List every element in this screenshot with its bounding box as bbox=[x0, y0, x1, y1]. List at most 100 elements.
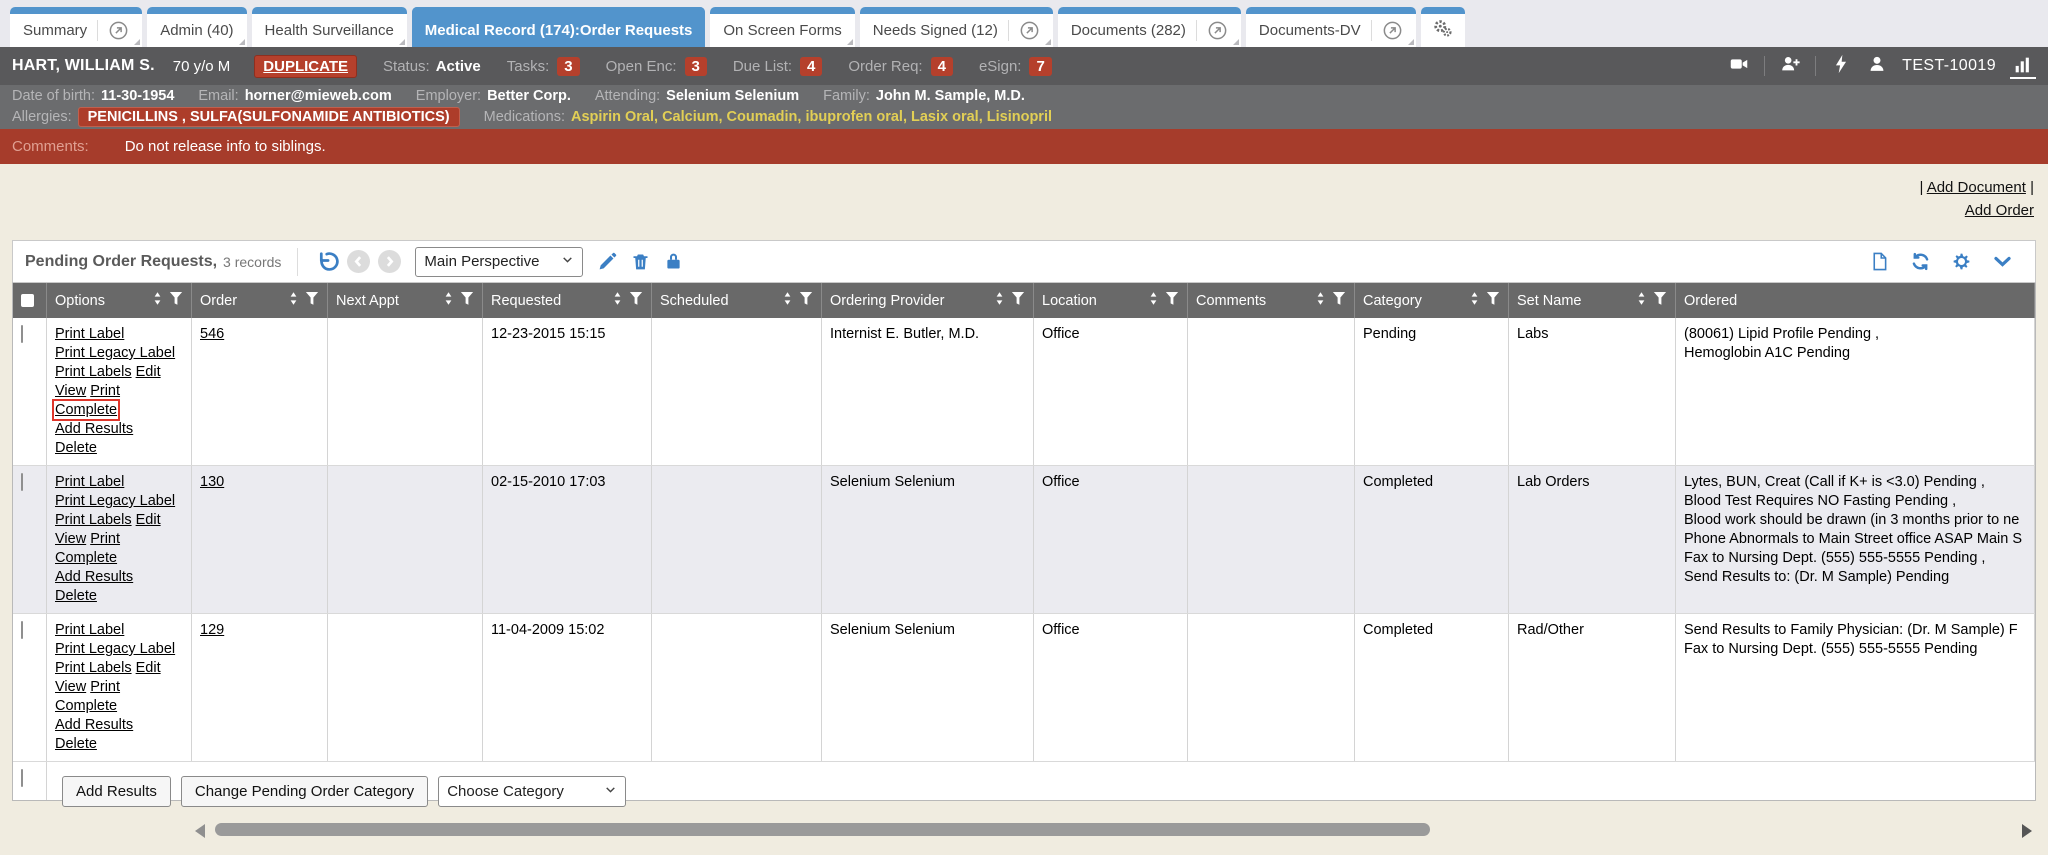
tab-documents-282[interactable]: Documents (282) bbox=[1058, 7, 1241, 47]
column-header-category[interactable]: Category bbox=[1355, 283, 1509, 318]
option-link-print[interactable]: Print bbox=[90, 531, 120, 547]
select-all-checkbox[interactable] bbox=[21, 294, 34, 307]
option-link-print-labels[interactable]: Print Labels bbox=[55, 512, 132, 528]
column-header-comments[interactable]: Comments bbox=[1188, 283, 1355, 318]
row-checkbox[interactable] bbox=[21, 621, 23, 639]
video-camera-icon[interactable] bbox=[1728, 53, 1750, 79]
popout-icon[interactable] bbox=[97, 20, 129, 41]
counter-badge[interactable]: 4 bbox=[800, 57, 822, 76]
prev-page-icon[interactable] bbox=[347, 250, 370, 273]
option-link-edit[interactable]: Edit bbox=[136, 364, 161, 380]
option-link-add-results[interactable]: Add Results bbox=[55, 421, 133, 437]
gear-icon[interactable] bbox=[1951, 251, 1972, 272]
popout-icon[interactable] bbox=[1371, 20, 1403, 41]
allergies-badge[interactable]: PENICILLINS , SULFA(SULFONAMIDE ANTIBIOT… bbox=[78, 107, 460, 127]
order-number-link[interactable]: 129 bbox=[200, 622, 224, 638]
scrollbar-thumb[interactable] bbox=[215, 823, 1430, 836]
option-link-edit[interactable]: Edit bbox=[136, 512, 161, 528]
option-link-complete[interactable]: Complete bbox=[55, 402, 117, 418]
tab-health-surveillance[interactable]: Health Surveillance bbox=[252, 7, 407, 47]
filter-funnel-icon[interactable] bbox=[169, 291, 183, 310]
add-order-link[interactable]: Add Order bbox=[1965, 202, 2034, 219]
tab-medical-record-174-order-requests[interactable]: Medical Record (174):Order Requests bbox=[412, 7, 706, 47]
option-link-print-label[interactable]: Print Label bbox=[55, 474, 124, 490]
sort-icon[interactable] bbox=[1635, 291, 1648, 310]
sort-icon[interactable] bbox=[442, 291, 455, 310]
row-checkbox[interactable] bbox=[21, 473, 23, 491]
option-link-delete[interactable]: Delete bbox=[55, 440, 97, 456]
next-page-icon[interactable] bbox=[378, 250, 401, 273]
counter-badge[interactable]: 3 bbox=[685, 57, 707, 76]
row-checkbox[interactable] bbox=[21, 325, 23, 343]
option-link-complete[interactable]: Complete bbox=[55, 550, 117, 566]
column-header-ordered[interactable]: Ordered bbox=[1676, 283, 2035, 318]
scroll-right-arrow[interactable] bbox=[2022, 824, 2032, 838]
option-link-print-legacy-label[interactable]: Print Legacy Label bbox=[55, 641, 175, 657]
option-link-print-labels[interactable]: Print Labels bbox=[55, 364, 132, 380]
option-link-print-label[interactable]: Print Label bbox=[55, 622, 124, 638]
tab-admin-40[interactable]: Admin (40) bbox=[147, 7, 246, 47]
popout-icon[interactable] bbox=[1008, 20, 1040, 41]
delete-trash-icon[interactable] bbox=[630, 251, 651, 272]
undo-icon[interactable] bbox=[314, 249, 339, 274]
option-link-view[interactable]: View bbox=[55, 679, 86, 695]
add-document-link[interactable]: Add Document bbox=[1927, 179, 2026, 196]
option-link-add-results[interactable]: Add Results bbox=[55, 717, 133, 733]
tab-settings-button[interactable] bbox=[1421, 7, 1465, 47]
option-link-print-labels[interactable]: Print Labels bbox=[55, 660, 132, 676]
perspective-select[interactable]: Main Perspective bbox=[415, 247, 583, 277]
edit-pencil-icon[interactable] bbox=[597, 251, 618, 272]
medications-list[interactable]: Aspirin Oral, Calcium, Coumadin, ibuprof… bbox=[571, 109, 1052, 125]
column-header-next-appt[interactable]: Next Appt bbox=[328, 283, 483, 318]
lock-icon[interactable] bbox=[663, 251, 684, 272]
tab-on-screen-forms[interactable]: On Screen Forms bbox=[710, 7, 854, 47]
add-results-button[interactable]: Add Results bbox=[62, 776, 171, 807]
counter-badge[interactable]: 4 bbox=[931, 57, 953, 76]
tab-documents-dv[interactable]: Documents-DV bbox=[1246, 7, 1416, 47]
option-link-add-results[interactable]: Add Results bbox=[55, 569, 133, 585]
option-link-print-label[interactable]: Print Label bbox=[55, 326, 124, 342]
filter-funnel-icon[interactable] bbox=[1486, 291, 1500, 310]
option-link-delete[interactable]: Delete bbox=[55, 588, 97, 604]
sort-icon[interactable] bbox=[1314, 291, 1327, 310]
filter-funnel-icon[interactable] bbox=[629, 291, 643, 310]
filter-funnel-icon[interactable] bbox=[1165, 291, 1179, 310]
popout-icon[interactable] bbox=[1196, 20, 1228, 41]
change-category-button[interactable]: Change Pending Order Category bbox=[181, 776, 428, 807]
choose-category-select[interactable]: Choose Category bbox=[438, 776, 626, 807]
option-link-print-legacy-label[interactable]: Print Legacy Label bbox=[55, 345, 175, 361]
order-number-link[interactable]: 546 bbox=[200, 326, 224, 342]
column-header-options[interactable]: Options bbox=[47, 283, 192, 318]
column-header-ordering-provider[interactable]: Ordering Provider bbox=[822, 283, 1034, 318]
column-header-requested[interactable]: Requested bbox=[483, 283, 652, 318]
tab-needs-signed-12[interactable]: Needs Signed (12) bbox=[860, 7, 1053, 47]
sort-icon[interactable] bbox=[611, 291, 624, 310]
column-header-set-name[interactable]: Set Name bbox=[1509, 283, 1676, 318]
column-header-location[interactable]: Location bbox=[1034, 283, 1188, 318]
collapse-chevron-icon[interactable] bbox=[1992, 251, 2013, 272]
new-document-icon[interactable] bbox=[1869, 251, 1890, 272]
order-number-link[interactable]: 130 bbox=[200, 474, 224, 490]
option-link-edit[interactable]: Edit bbox=[136, 660, 161, 676]
sort-icon[interactable] bbox=[1468, 291, 1481, 310]
column-header-order[interactable]: Order bbox=[192, 283, 328, 318]
sort-icon[interactable] bbox=[287, 291, 300, 310]
sort-icon[interactable] bbox=[1147, 291, 1160, 310]
filter-funnel-icon[interactable] bbox=[799, 291, 813, 310]
option-link-view[interactable]: View bbox=[55, 531, 86, 547]
filter-funnel-icon[interactable] bbox=[1332, 291, 1346, 310]
duplicate-badge[interactable]: DUPLICATE bbox=[254, 55, 357, 78]
row-checkbox[interactable] bbox=[21, 769, 23, 787]
filter-funnel-icon[interactable] bbox=[1653, 291, 1667, 310]
option-link-delete[interactable]: Delete bbox=[55, 736, 97, 752]
filter-funnel-icon[interactable] bbox=[305, 291, 319, 310]
sort-icon[interactable] bbox=[993, 291, 1006, 310]
filter-funnel-icon[interactable] bbox=[1011, 291, 1025, 310]
add-person-icon[interactable] bbox=[1779, 53, 1801, 79]
scroll-left-arrow[interactable] bbox=[195, 824, 205, 838]
option-link-print-legacy-label[interactable]: Print Legacy Label bbox=[55, 493, 175, 509]
counter-badge[interactable]: 7 bbox=[1029, 57, 1051, 76]
flowsheet-chart-icon[interactable] bbox=[2010, 54, 2036, 79]
refresh-icon[interactable] bbox=[1910, 251, 1931, 272]
column-header-scheduled[interactable]: Scheduled bbox=[652, 283, 822, 318]
